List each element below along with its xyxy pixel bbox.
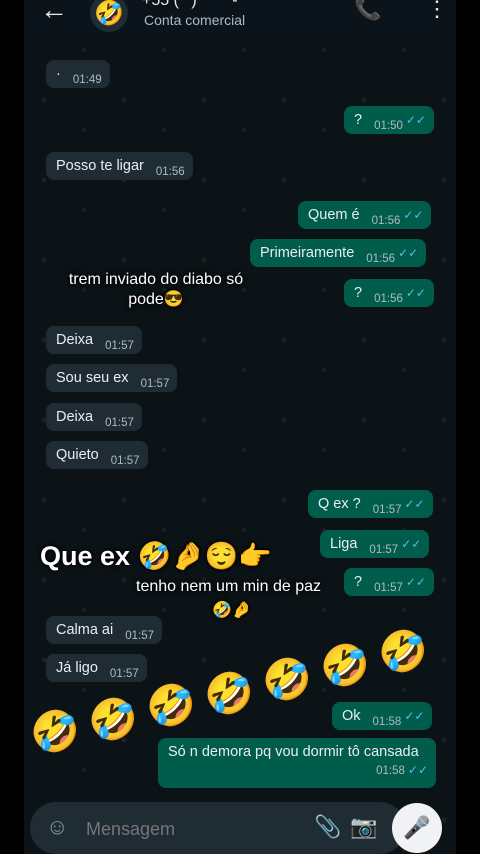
message-bubble[interactable]: Deixa 01:57 bbox=[46, 326, 142, 354]
message-bubble[interactable]: Primeiramente 01:56 ✓✓ bbox=[250, 239, 427, 267]
read-ticks-icon: ✓✓ bbox=[403, 208, 424, 222]
chat-header: ← 🤣 +55 (**) *****-**** Conta comercial … bbox=[24, 0, 456, 38]
overlay-caption-line: trem inviado do diabo só bbox=[68, 271, 244, 288]
laughing-emoji-icon: 🤣 bbox=[378, 630, 428, 674]
mic-icon: 🎤 bbox=[403, 815, 431, 840]
message-time: 01:58 bbox=[372, 716, 402, 728]
message-time: 01:49 bbox=[72, 74, 102, 86]
laughing-emoji-icon: 🤣 bbox=[88, 698, 138, 742]
message-bubble[interactable]: Quem é 01:56 ✓✓ bbox=[298, 201, 432, 229]
message-text: Calma ai bbox=[56, 622, 114, 638]
message-text: ? bbox=[354, 112, 363, 128]
message-time: 01:57 bbox=[105, 340, 134, 352]
message-time: 01:56 bbox=[366, 253, 396, 265]
message-text: Quem é bbox=[308, 207, 360, 223]
message-bubble[interactable]: Só n demora pq vou dormir tô cansada 01:… bbox=[158, 738, 436, 788]
message-time: 01:57 bbox=[110, 455, 140, 467]
message-input-bar: ☺ 📎 📷 bbox=[30, 802, 406, 854]
message-bubble[interactable]: Q ex ? 01:57 ✓✓ bbox=[308, 490, 433, 518]
message-time: 01:56 bbox=[155, 166, 185, 178]
message-time: 01:58 bbox=[376, 765, 405, 777]
message-time: 01:57 bbox=[374, 582, 403, 594]
laughing-emoji-icon: 🤣 bbox=[204, 672, 254, 716]
message-bubble[interactable]: Calma ai 01:57 bbox=[46, 616, 162, 644]
message-bubble[interactable]: Já ligo 01:57 bbox=[46, 654, 147, 682]
read-ticks-icon: ✓✓ bbox=[404, 709, 425, 723]
overlay-caption: tenho nem um min de paz bbox=[136, 578, 321, 595]
message-bubble[interactable]: Posso te ligar 01:56 bbox=[46, 152, 193, 180]
overlay-caption-line: pode😎 bbox=[128, 291, 184, 308]
message-text: Quieto bbox=[56, 447, 99, 463]
read-ticks-icon: ✓✓ bbox=[401, 537, 422, 551]
message-bubble[interactable]: Quieto 01:57 bbox=[46, 441, 148, 469]
message-time: 01:57 bbox=[372, 504, 402, 516]
overlay-emoji: 🤣🤌 bbox=[212, 602, 252, 619]
avatar-emoji: 🤣 bbox=[94, 0, 124, 27]
message-bubble[interactable]: Liga 01:57 ✓✓ bbox=[320, 530, 430, 558]
message-bubble[interactable]: ? 01:50 ✓✓ bbox=[344, 106, 434, 134]
read-ticks-icon: ✓✓ bbox=[405, 286, 426, 300]
read-ticks-icon: ✓✓ bbox=[405, 113, 426, 127]
laughing-emoji-icon: 🤣 bbox=[320, 644, 370, 688]
overlay-caption: trem inviado do diabo só pode😎 bbox=[66, 271, 246, 309]
message-time: 01:57 bbox=[105, 417, 134, 429]
contact-subtitle: Conta comercial bbox=[144, 12, 246, 28]
laughing-emoji-icon: 🤣 bbox=[30, 710, 80, 754]
message-text: ? bbox=[354, 285, 363, 301]
message-bubble[interactable]: ? 01:57 ✓✓ bbox=[344, 568, 434, 596]
message-time: 01:50 bbox=[374, 120, 403, 132]
message-bubble[interactable]: Deixa 01:57 bbox=[46, 403, 142, 431]
message-text: · bbox=[56, 66, 61, 82]
message-bubble[interactable]: Sou seu ex 01:57 bbox=[46, 364, 178, 392]
read-ticks-icon: ✓✓ bbox=[398, 246, 419, 260]
message-time: 01:57 bbox=[140, 378, 170, 390]
contact-name[interactable]: +55 (**) *****-**** bbox=[142, 0, 263, 10]
attach-icon[interactable]: 📎 bbox=[314, 814, 341, 840]
laughing-emoji-icon: 🤣 bbox=[262, 658, 312, 702]
message-text: Deixa bbox=[56, 332, 94, 348]
chat-screen: ← 🤣 +55 (**) *****-**** Conta comercial … bbox=[24, 0, 456, 854]
sticker-icon[interactable]: ☺ bbox=[46, 814, 68, 840]
camera-icon[interactable]: 📷 bbox=[350, 814, 377, 840]
message-text: ? bbox=[354, 574, 363, 590]
read-ticks-icon: ✓✓ bbox=[404, 497, 425, 511]
message-text: Ok bbox=[342, 708, 361, 724]
message-bubble[interactable]: ? 01:56 ✓✓ bbox=[344, 279, 434, 307]
message-time: 01:56 bbox=[374, 293, 403, 305]
back-arrow-icon[interactable]: ← bbox=[40, 0, 68, 24]
message-text: Deixa bbox=[56, 409, 94, 425]
read-ticks-icon: ✓✓ bbox=[405, 575, 426, 589]
message-time: 01:56 bbox=[371, 215, 401, 227]
message-text: Já ligo bbox=[56, 660, 98, 676]
overlay-big-caption: Que ex 🤣🤌😌👉 bbox=[40, 541, 273, 571]
message-text: Só n demora pq vou dormir tô cansada bbox=[168, 744, 419, 760]
message-text: Sou seu ex bbox=[56, 370, 129, 386]
read-ticks-icon: ✓✓ bbox=[407, 763, 428, 777]
menu-icon[interactable]: ⋮ bbox=[426, 0, 448, 22]
message-text: Liga bbox=[330, 536, 358, 552]
message-text: Q ex ? bbox=[318, 496, 361, 512]
message-bubble[interactable]: Ok 01:58 ✓✓ bbox=[332, 702, 433, 730]
message-text: Posso te ligar bbox=[56, 158, 144, 174]
mic-button[interactable]: 🎤 bbox=[392, 803, 442, 853]
message-input[interactable] bbox=[84, 812, 278, 846]
message-time: 01:57 bbox=[369, 544, 399, 556]
laughing-emoji-icon: 🤣 bbox=[146, 684, 196, 728]
message-text: Primeiramente bbox=[260, 245, 355, 261]
phone-icon[interactable]: 📞 bbox=[354, 0, 381, 22]
avatar[interactable]: 🤣 bbox=[90, 0, 128, 32]
message-bubble[interactable]: · 01:49 bbox=[46, 60, 110, 88]
message-time: 01:57 bbox=[109, 668, 139, 680]
message-time: 01:57 bbox=[125, 630, 154, 642]
